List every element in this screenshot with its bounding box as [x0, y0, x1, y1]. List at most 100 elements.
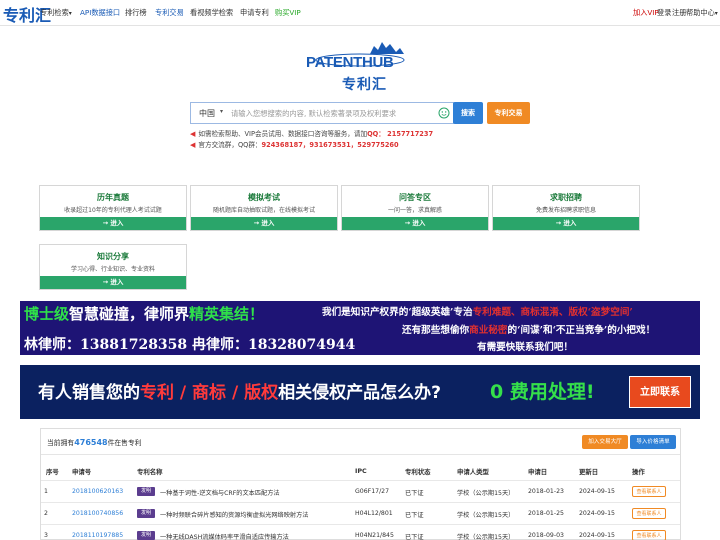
col-header: 专利状态	[405, 468, 431, 476]
row-index: 1	[44, 488, 48, 495]
row-index: 3	[44, 532, 48, 539]
patent-status: 已下证	[405, 490, 424, 497]
brand-english: PATENTHUB	[306, 54, 394, 71]
join-trade-hall-button[interactable]: 加入交易大厅	[582, 435, 628, 449]
card-mock-exam[interactable]: 模拟考试 随机题库自动抽取试题，在线模拟考试 → 进入	[190, 185, 338, 231]
invention-tag: 发明	[137, 487, 155, 496]
application-number-link[interactable]: 2018110197885	[72, 532, 123, 539]
nav-patent-search[interactable]: 专利检索▾	[40, 8, 72, 18]
patent-listing-panel: 当前拥有476548件在售专利 加入交易大厅 导入价格清单 序号 申请号 专利名…	[40, 428, 681, 540]
import-price-list-button[interactable]: 导入价格清单	[630, 435, 676, 449]
card-desc: 一问一答，求真解惑	[387, 207, 442, 214]
card-title: 问答专区	[399, 193, 431, 202]
application-number-link[interactable]: 2018100620163	[72, 488, 123, 495]
page: 专利汇 专利检索▾ API数据接口 排行榜 专利交易 看视频学检索 申请专利 购…	[0, 0, 720, 540]
login-link[interactable]: 登录	[657, 8, 671, 18]
lawyer-phones: 林律师：13881728358 冉律师：18328074944	[24, 337, 356, 353]
join-vip-link[interactable]: 加入VIP	[633, 8, 659, 18]
patent-name[interactable]: 一种时频联合碎片感知的资源均衡虚拟光网络映射方法	[160, 510, 309, 519]
update-date: 2024-09-15	[579, 510, 615, 517]
patent-name[interactable]: 一种基于词性-逆文档与CRF的文本匹配方法	[160, 488, 280, 497]
listing-header: 当前拥有476548件在售专利 加入交易大厅 导入价格清单	[41, 429, 680, 455]
notice-qq-service: ◀ 如需检索帮助、VIP会员试用、数据接口咨询等服务，请加QQ： 21577172…	[190, 130, 434, 138]
ipc-code: H04L12/801	[355, 510, 393, 517]
view-contact-button[interactable]: 查看联系人	[632, 508, 666, 519]
enter-button[interactable]: → 进入	[40, 276, 186, 289]
qq-group-numbers: 924368187，931673531，529775260	[261, 141, 399, 149]
chevron-down-icon: ▾	[68, 10, 72, 17]
application-date: 2018-09-03	[528, 532, 564, 539]
search-button[interactable]: 搜索	[453, 102, 483, 124]
free-handling-text: 0 费用处理!	[490, 381, 595, 403]
view-contact-button[interactable]: 查看联系人	[632, 486, 666, 497]
enter-button[interactable]: → 进入	[191, 217, 337, 230]
card-desc: 收录超过10年的专利代理人考试试题	[64, 207, 162, 214]
patenthub-logo: PATENTHUB 专利汇	[300, 40, 420, 100]
face-recognition-icon[interactable]	[438, 107, 450, 119]
contact-now-button[interactable]: 立即联系	[629, 376, 691, 408]
table-row: 2 2018100740856 发明 一种时频联合碎片感知的资源均衡虚拟光网络映…	[41, 502, 680, 524]
nav-api[interactable]: API数据接口	[80, 8, 120, 18]
search-box: 中国 ▾	[190, 102, 454, 124]
enter-button[interactable]: → 进入	[40, 217, 186, 230]
card-knowledge[interactable]: 知识分享 学习心得、行业知识、专业资料 → 进入	[39, 244, 187, 290]
col-header: 申请号	[72, 468, 92, 476]
search-input[interactable]	[231, 104, 431, 122]
enter-button[interactable]: → 进入	[342, 217, 488, 230]
applicant-type: 学校（公示期15天）	[457, 534, 515, 540]
invention-tag: 发明	[137, 509, 155, 518]
patent-status: 已下证	[405, 534, 424, 540]
col-header: 专利名称	[137, 468, 163, 476]
patent-name[interactable]: 一种无线DASH流媒体码率平滑自适应传输方法	[160, 532, 289, 540]
col-header: IPC	[355, 467, 367, 475]
brand-chinese: 专利汇	[342, 77, 387, 93]
col-header: 更新日	[579, 468, 599, 476]
card-title: 知识分享	[97, 252, 129, 261]
invention-tag: 发明	[137, 531, 155, 540]
ipc-code: H04N21/845	[355, 532, 394, 539]
ipc-code: G06F17/27	[355, 488, 390, 495]
application-date: 2018-01-23	[528, 488, 564, 495]
patent-trade-button[interactable]: 专利交易	[487, 102, 530, 124]
card-desc: 随机题库自动抽取试题，在线模拟考试	[212, 207, 315, 214]
register-link[interactable]: 注册	[672, 8, 686, 18]
row-index: 2	[44, 510, 48, 517]
card-title: 历年真题	[97, 193, 129, 202]
chevron-down-icon: ▾	[714, 10, 718, 17]
help-center-menu[interactable]: 帮助中心▾	[686, 8, 718, 18]
card-jobs[interactable]: 求职招聘 免费发布招聘求职信息 → 进入	[492, 185, 640, 231]
card-desc: 学习心得、行业知识、专业资料	[70, 266, 155, 273]
card-past-exams[interactable]: 历年真题 收录超过10年的专利代理人考试试题 → 进入	[39, 185, 187, 231]
nav-ranking[interactable]: 排行榜	[125, 8, 147, 18]
col-header: 申请人类型	[457, 468, 489, 476]
nav-patent-trade[interactable]: 专利交易	[155, 8, 184, 18]
card-qa[interactable]: 问答专区 一问一答，求真解惑 → 进入	[341, 185, 489, 231]
listing-count: 当前拥有476548件在售专利	[47, 438, 142, 447]
applicant-type: 学校（公示期15天）	[457, 512, 515, 519]
banner-cta-text: 有需要快联系我们吧！	[477, 342, 573, 353]
nav-buy-vip[interactable]: 购买VIP	[275, 8, 301, 18]
infringement-ad-banner[interactable]: 有人销售您的专利 / 商标 / 版权相关侵权产品怎么办? 0 费用处理! 立即联…	[20, 365, 700, 419]
enter-button[interactable]: → 进入	[493, 217, 639, 230]
card-title: 模拟考试	[248, 193, 280, 202]
patent-status: 已下证	[405, 512, 424, 519]
application-number-link[interactable]: 2018100740856	[72, 510, 123, 517]
col-header: 序号	[46, 468, 59, 476]
table-row: 1 2018100620163 发明 一种基于词性-逆文档与CRF的文本匹配方法…	[41, 480, 680, 502]
nav-video-learning[interactable]: 看视频学检索	[190, 8, 233, 18]
chevron-down-icon[interactable]: ▾	[220, 108, 223, 115]
table-row: 3 2018110197885 发明 一种无线DASH流媒体码率平滑自适应传输方…	[41, 524, 680, 540]
lawyer-ad-banner[interactable]: 博士级智慧碰撞，律师界精英集结！ 林律师：13881728358 冉律师：183…	[20, 301, 700, 355]
country-select[interactable]: 中国	[199, 108, 215, 119]
update-date: 2024-09-15	[579, 488, 615, 495]
nav-apply-patent[interactable]: 申请专利	[240, 8, 269, 18]
top-nav: 专利汇 专利检索▾ API数据接口 排行榜 专利交易 看视频学检索 申请专利 购…	[0, 0, 720, 26]
col-header: 申请日	[528, 468, 548, 476]
applicant-type: 学校（公示期15天）	[457, 490, 515, 497]
notice-qq-group: ◀ 官方交流群，QQ群：924368187，931673531，529775260	[190, 141, 399, 149]
card-title: 求职招聘	[550, 193, 582, 202]
megaphone-icon: ◀	[190, 141, 196, 149]
view-contact-button[interactable]: 查看联系人	[632, 530, 666, 540]
card-desc: 免费发布招聘求职信息	[535, 207, 596, 214]
col-header: 操作	[632, 468, 645, 476]
